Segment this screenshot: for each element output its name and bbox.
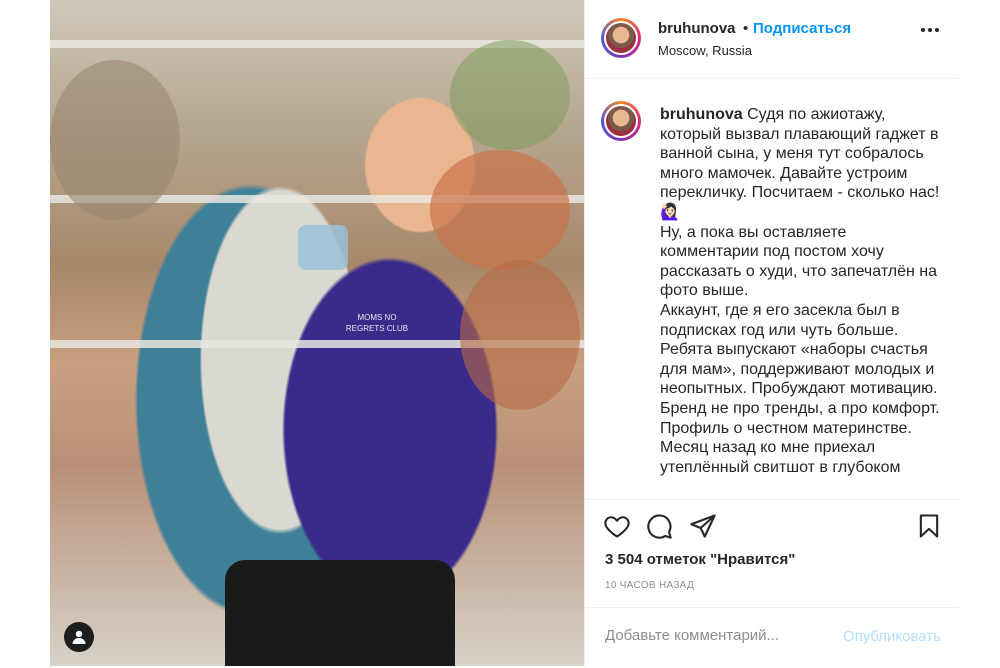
plush-toys <box>460 260 580 410</box>
plush-toys <box>430 150 570 270</box>
more-options-icon[interactable] <box>921 28 939 32</box>
caption-text: bruhunova Судя по ажиотажу, который вызв… <box>660 105 940 477</box>
share-icon[interactable] <box>689 512 717 540</box>
caption-line: Аккаунт, где я его засекла был в подписк… <box>660 301 900 339</box>
caption-username[interactable]: bruhunova <box>660 106 743 123</box>
tagged-user-button[interactable] <box>64 622 94 652</box>
post-frame: MOMS NO REGRETS CLUB bruhunova • Подписа… <box>50 0 959 666</box>
comment-icon[interactable] <box>645 512 673 540</box>
hoodie-text: MOMS NO REGRETS CLUB <box>345 313 409 333</box>
caption-line: Ну, а пока вы оставляете комментарии под… <box>660 223 938 300</box>
plush-toys <box>450 40 570 150</box>
caption-line: bruhunova Судя по ажиотажу, который вызв… <box>660 106 940 221</box>
follow-button[interactable]: Подписаться <box>753 20 851 37</box>
comment-bar: Опубликовать <box>585 607 959 668</box>
jeans <box>225 560 455 666</box>
bookmark-icon[interactable] <box>915 512 943 540</box>
separator-dot: • <box>743 20 749 37</box>
caption-avatar[interactable] <box>601 101 641 141</box>
author-username[interactable]: bruhunova <box>658 20 736 37</box>
post-photo[interactable]: MOMS NO REGRETS CLUB <box>50 0 584 666</box>
face-mask <box>298 225 348 270</box>
likes-count[interactable]: 3 504 отметок "Нравится" <box>605 551 795 568</box>
caption-line: Ребята выпускают «наборы счастья для мам… <box>660 341 940 437</box>
user-icon <box>72 630 86 644</box>
caption-area: bruhunova Судя по ажиотажу, который вызв… <box>585 79 959 499</box>
caption-line: Месяц назад ко мне приехал утеплённый св… <box>660 439 901 476</box>
comment-input[interactable] <box>603 626 827 645</box>
post-side-panel: bruhunova • Подписаться Moscow, Russia b… <box>584 0 959 666</box>
plush-toys <box>50 60 180 220</box>
author-avatar[interactable] <box>601 18 641 58</box>
post-header: bruhunova • Подписаться Moscow, Russia <box>585 0 959 79</box>
heart-icon[interactable] <box>603 512 631 540</box>
actions-section: 3 504 отметок "Нравится" 10 ЧАСОВ НАЗАД … <box>585 499 959 667</box>
post-timestamp[interactable]: 10 ЧАСОВ НАЗАД <box>605 580 694 591</box>
post-location[interactable]: Moscow, Russia <box>658 43 752 58</box>
post-comment-button[interactable]: Опубликовать <box>843 628 941 645</box>
